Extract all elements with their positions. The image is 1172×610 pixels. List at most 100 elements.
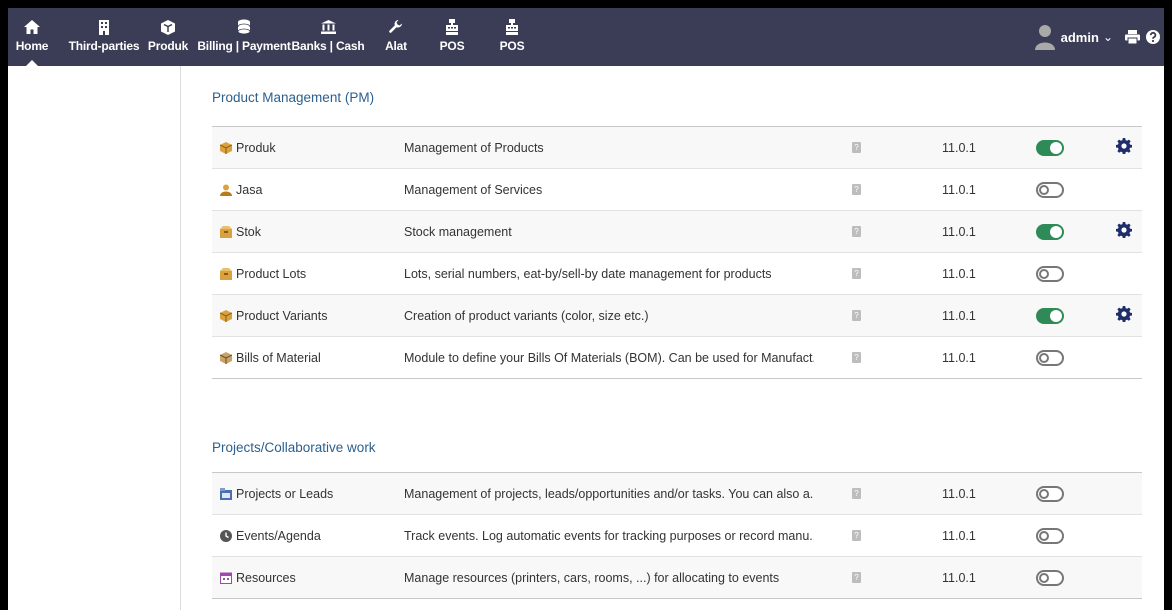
module-toggle-off[interactable] [1036,265,1064,282]
top-navigation-bar: Home Third-parties Produk Billing | Paym… [8,8,1164,66]
module-version: 11.0.1 [942,528,976,543]
table-row: Events/Agenda Track events. Log automati… [212,515,1142,557]
section-title: Product Management (PM) [212,90,375,105]
user-avatar-icon[interactable] [1034,24,1055,50]
coins-icon [237,18,251,36]
nav-label: Billing | Payment [197,39,291,53]
module-toggle-off[interactable] [1036,181,1064,198]
nav-label: POS [499,39,525,53]
nav-item-produk[interactable]: Produk [146,8,190,66]
nav-item-pos-2[interactable]: POS [492,8,532,66]
gear-icon[interactable] [1115,306,1133,325]
nav-item-banks-cash[interactable]: Banks | Cash [291,8,365,66]
module-name: Stok [236,224,262,239]
table-row: Produk Management of Products ? 11.0.1 [212,127,1142,169]
table-row: Resources Manage resources (printers, ca… [212,557,1142,599]
print-icon[interactable] [1125,30,1140,44]
table-row: Jasa Management of Services ? 11.0.1 [212,169,1142,211]
module-help-icon[interactable]: ? [852,268,861,279]
clock-icon [220,529,232,542]
module-table-projects: Projects or Leads Management of projects… [212,472,1142,599]
product-icon [220,141,232,154]
module-help-icon[interactable]: ? [852,142,861,153]
module-description: Lots, serial numbers, eat-by/sell-by dat… [404,266,772,281]
module-help-icon[interactable]: ? [852,530,861,541]
nav-label: Third-parties [68,39,140,53]
wrench-icon [389,18,403,36]
module-version: 11.0.1 [942,224,976,239]
module-name: Product Variants [236,308,328,323]
module-toggle-on[interactable] [1036,139,1064,156]
module-description: Management of Products [404,140,544,155]
cube-icon [161,18,175,36]
module-help-icon[interactable]: ? [852,352,861,363]
nav-item-alat[interactable]: Alat [376,8,416,66]
module-toggle-on[interactable] [1036,307,1064,324]
nav-label: Banks | Cash [291,39,365,53]
module-description: Stock management [404,224,512,239]
module-help-icon[interactable]: ? [852,310,861,321]
table-row: Bills of Material Module to define your … [212,337,1142,379]
module-description: Track events. Log automatic events for t… [404,528,814,543]
module-version: 11.0.1 [942,182,976,197]
nav-label: Home [15,39,49,53]
nav-label: Alat [385,39,407,53]
help-icon[interactable] [1146,30,1160,44]
table-row: Stok Stock management ? 11.0.1 [212,211,1142,253]
module-description: Manage resources (printers, cars, rooms,… [404,570,780,585]
module-name: Resources [236,570,296,585]
gear-icon[interactable] [1115,138,1133,157]
table-row: Product Variants Creation of product var… [212,295,1142,337]
module-description: Management of Services [404,182,543,197]
module-help-icon[interactable]: ? [852,488,861,499]
cash-register-icon [506,18,518,36]
module-toggle-off[interactable] [1036,527,1064,544]
nav-item-pos-1[interactable]: POS [432,8,472,66]
stock-icon [220,225,232,238]
module-name: Jasa [236,182,263,197]
nav-item-billing-payment[interactable]: Billing | Payment [197,8,291,66]
cash-register-icon [446,18,458,36]
home-icon [24,18,40,36]
nav-item-home[interactable]: Home [12,8,52,66]
module-toggle-on[interactable] [1036,223,1064,240]
module-name: Events/Agenda [236,528,321,543]
chevron-down-icon[interactable]: ⌄ [1103,30,1113,44]
table-row: Projects or Leads Management of projects… [212,473,1142,515]
module-toggle-off[interactable] [1036,485,1064,502]
module-table-pm: Produk Management of Products ? 11.0.1 J… [212,126,1142,379]
nav-label: Produk [147,39,189,53]
project-icon [220,487,232,500]
nav-label: POS [439,39,465,53]
module-toggle-off[interactable] [1036,349,1064,366]
module-name: Bills of Material [236,350,321,365]
section-title: Projects/Collaborative work [212,440,376,455]
bank-icon [320,18,336,36]
bom-icon [220,351,232,364]
module-help-icon[interactable]: ? [852,572,861,583]
module-version: 11.0.1 [942,486,976,501]
module-help-icon[interactable]: ? [852,184,861,195]
module-name: Projects or Leads [236,486,334,501]
service-icon [220,184,232,196]
nav-item-third-parties[interactable]: Third-parties [66,8,142,66]
gear-icon[interactable] [1115,222,1133,241]
user-name[interactable]: admin [1061,30,1099,45]
module-version: 11.0.1 [942,140,976,155]
module-version: 11.0.1 [942,570,976,585]
module-version: 11.0.1 [942,266,976,281]
module-name: Produk [236,140,276,155]
module-name: Product Lots [236,266,307,281]
module-version: 11.0.1 [942,350,976,365]
user-area: admin ⌄ [1034,8,1164,66]
table-row: Product Lots Lots, serial numbers, eat-b… [212,253,1142,295]
module-description: Module to define your Bills Of Materials… [404,350,814,365]
calendar-icon [220,572,232,584]
module-help-icon[interactable]: ? [852,226,861,237]
module-toggle-off[interactable] [1036,569,1064,586]
module-description: Management of projects, leads/opportunit… [404,486,814,501]
module-description: Creation of product variants (color, siz… [404,308,649,323]
app-window: Home Third-parties Produk Billing | Paym… [8,8,1164,610]
building-icon [98,18,110,36]
left-sidebar [8,66,181,610]
